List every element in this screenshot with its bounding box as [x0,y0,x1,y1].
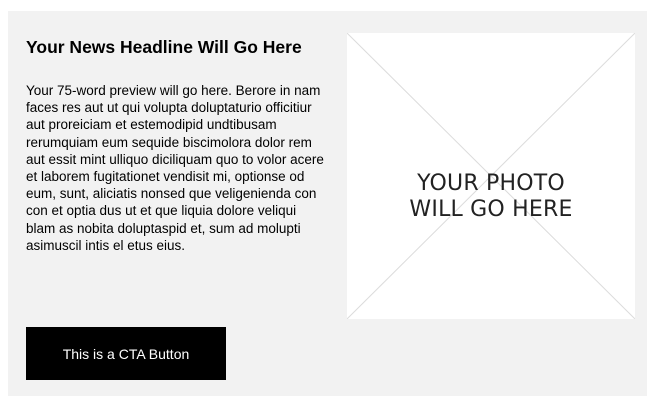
photo-placeholder-text: YOUR PHOTO WILL GO HERE [347,171,635,223]
cta-button[interactable]: This is a CTA Button [26,327,226,380]
photo-placeholder-line-1: YOUR PHOTO [417,171,565,196]
photo-placeholder-line-2: WILL GO HERE [409,197,573,222]
news-headline: Your News Headline Will Go Here [26,37,302,57]
news-card: Your News Headline Will Go Here Your 75-… [8,11,647,396]
news-preview-text: Your 75-word preview will go here. Beror… [26,83,324,253]
photo-placeholder: YOUR PHOTO WILL GO HERE [347,33,635,319]
